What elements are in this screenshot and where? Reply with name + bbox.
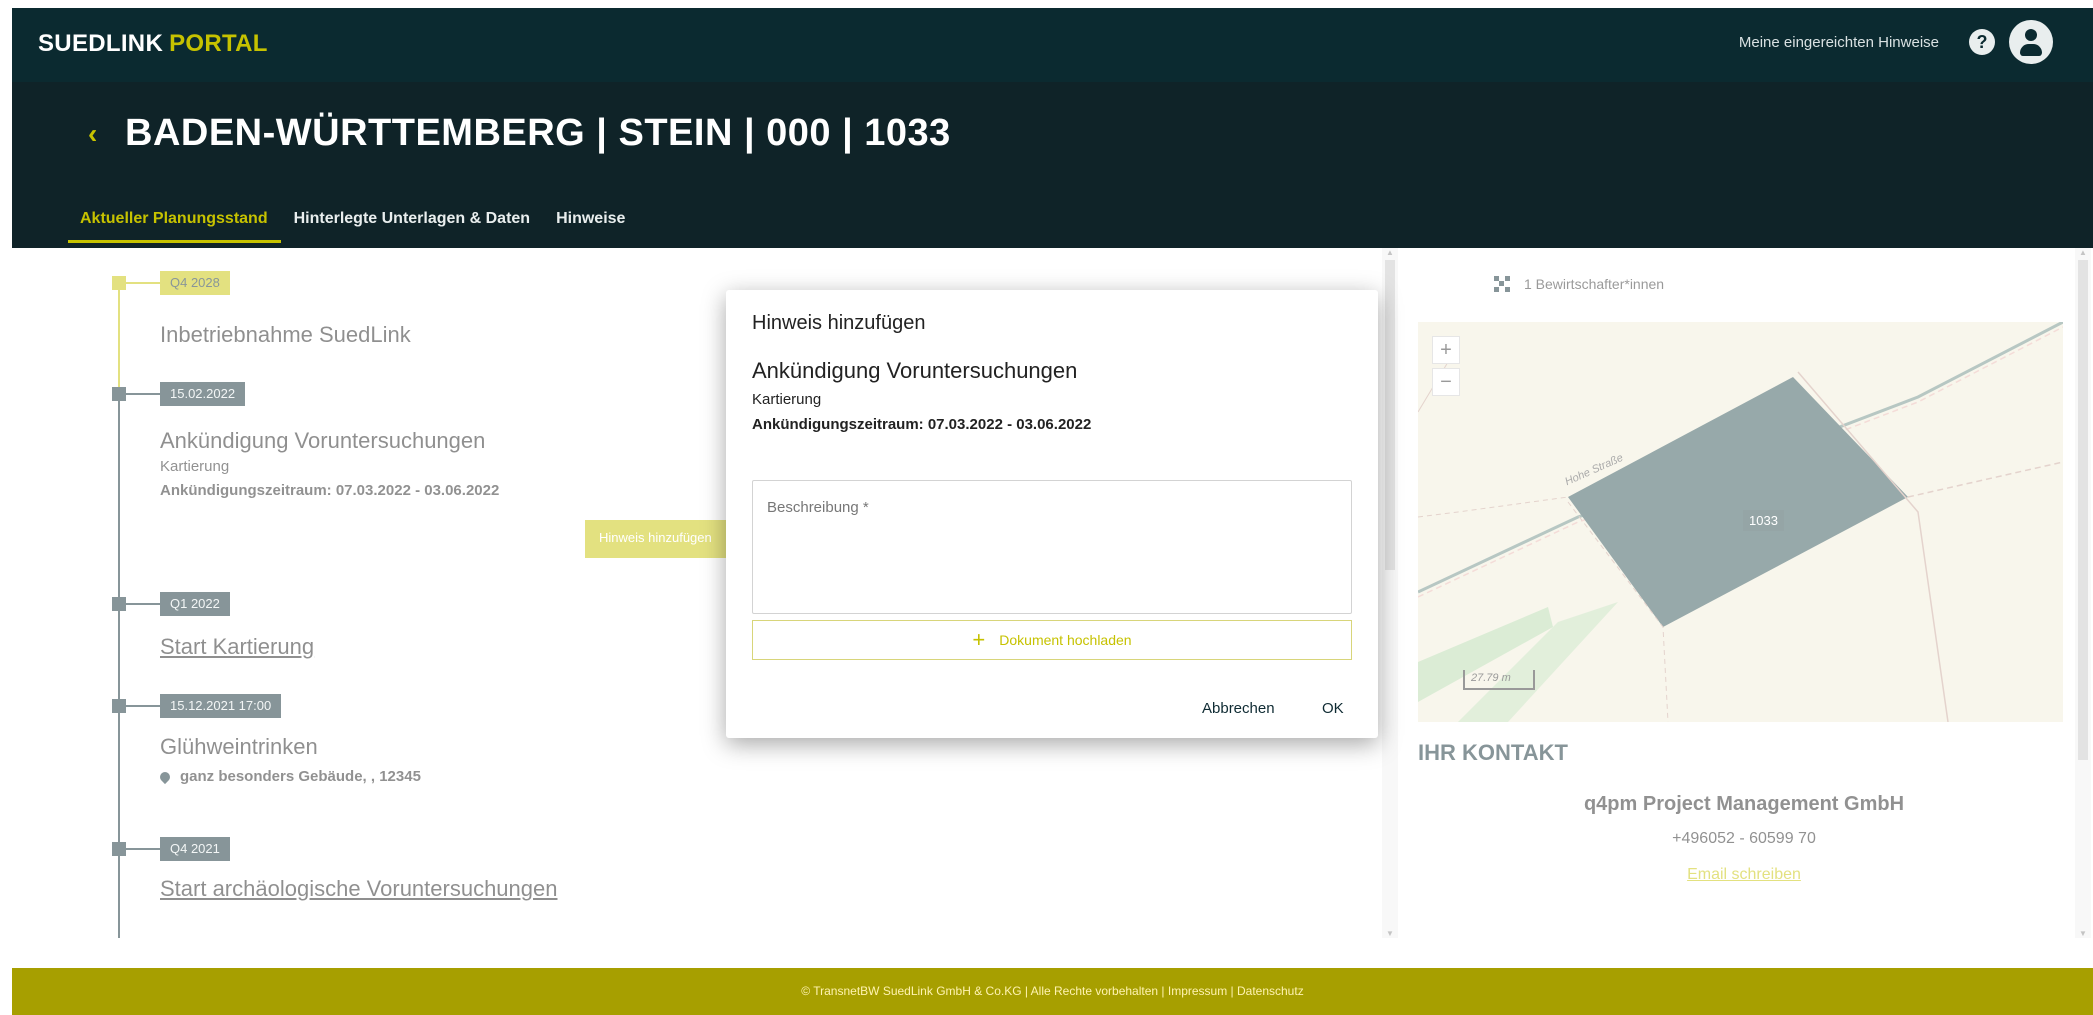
top-navigation-bar: SUEDLINK PORTAL Meine eingereichten Hinwe… bbox=[12, 8, 2093, 82]
help-icon[interactable]: ? bbox=[1969, 29, 1995, 55]
tab-planning-status[interactable]: Aktueller Planungsstand bbox=[68, 210, 281, 243]
footer-text[interactable]: © TransnetBW SuedLink GmbH & Co.KG | All… bbox=[12, 984, 2093, 998]
ok-button[interactable]: OK bbox=[1322, 700, 1344, 717]
dialog-item-subtitle: Kartierung bbox=[752, 391, 822, 408]
back-chevron-icon[interactable]: ‹ bbox=[88, 118, 97, 150]
tab-bar: Aktueller Planungsstand Hinterlegte Unte… bbox=[68, 210, 638, 243]
plus-icon: + bbox=[972, 627, 986, 652]
upload-label: Dokument hochladen bbox=[999, 632, 1132, 648]
page-header: ‹ BADEN-WÜRTTEMBERG | STEIN | 000 | 1033… bbox=[12, 82, 2093, 248]
brand-logo[interactable]: SUEDLINK PORTAL bbox=[38, 30, 268, 58]
dialog-heading: Hinweis hinzufügen bbox=[752, 312, 926, 334]
dialog-item-title: Ankündigung Voruntersuchungen bbox=[752, 358, 1078, 383]
cancel-button[interactable]: Abbrechen bbox=[1202, 700, 1275, 717]
dialog-item-period: Ankündigungszeitraum: 07.03.2022 - 03.06… bbox=[752, 416, 1092, 433]
brand-part-1: SUEDLINK bbox=[38, 30, 164, 57]
my-hints-link[interactable]: Meine eingereichten Hinweise bbox=[1739, 34, 1939, 51]
add-hint-dialog: Hinweis hinzufügen Ankündigung Vorunters… bbox=[726, 290, 1378, 738]
brand-part-2: PORTAL bbox=[169, 30, 268, 57]
description-field[interactable] bbox=[752, 480, 1352, 614]
user-avatar-icon[interactable] bbox=[2009, 20, 2053, 64]
tab-documents-data[interactable]: Hinterlegte Unterlagen & Daten bbox=[281, 210, 543, 243]
user-area: Meine eingereichten Hinweise ? bbox=[1739, 20, 2053, 64]
page-footer: © TransnetBW SuedLink GmbH & Co.KG | All… bbox=[12, 968, 2093, 1015]
page-title: BADEN-WÜRTTEMBERG | STEIN | 000 | 1033 bbox=[125, 112, 951, 154]
upload-document-button[interactable]: + Dokument hochladen bbox=[752, 620, 1352, 660]
tab-hints[interactable]: Hinweise bbox=[543, 210, 638, 243]
